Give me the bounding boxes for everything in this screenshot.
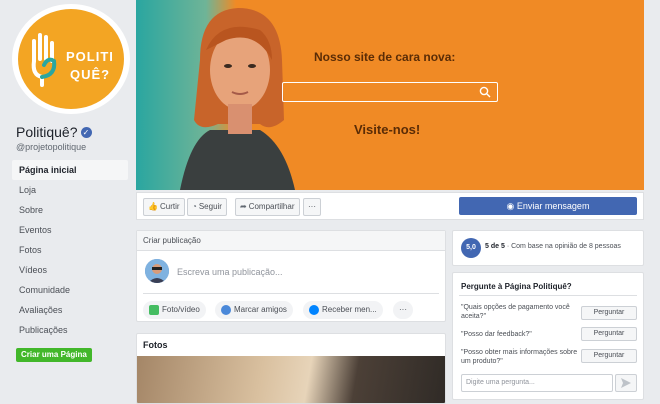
logo-text-line1: POLITI	[66, 49, 114, 64]
rating-basis: Com base na opinião de 8 pessoas	[511, 243, 621, 250]
cover-search-box	[282, 82, 498, 102]
suggested-question: "Posso obter mais informações sobre um p…	[461, 349, 578, 365]
photo-video-label: Foto/vídeo	[162, 305, 200, 314]
suggested-question: "Quais opções de pagamento você aceita?"	[461, 304, 570, 320]
photos-card: Fotos	[136, 333, 446, 404]
logo: POLITI QUÊ?	[18, 9, 124, 109]
page-title-text: Politiquê?	[16, 124, 78, 140]
rss-icon: ◔	[192, 202, 197, 211]
messenger-icon	[309, 305, 319, 315]
nav-item-home[interactable]: Página inicial	[12, 160, 128, 180]
get-messages-label: Receber men...	[322, 305, 377, 314]
share-label: Compartilhar	[248, 202, 295, 211]
ask-button[interactable]: Perguntar	[581, 349, 637, 363]
avatar-person-icon	[145, 259, 169, 283]
share-button[interactable]: ➦ Compartilhar	[235, 198, 300, 216]
nav-item-posts[interactable]: Publicações	[12, 320, 128, 340]
cover-cta: Visite-nos!	[354, 122, 421, 137]
like-label: Curtir	[159, 202, 180, 211]
photo-video-button[interactable]: Foto/vídeo	[143, 301, 206, 319]
search-icon	[479, 86, 491, 98]
nav-item-reviews[interactable]: Avaliações	[12, 300, 128, 320]
get-messages-button[interactable]: Receber men...	[303, 301, 383, 319]
logo-text-line2: QUÊ?	[70, 67, 111, 82]
ask-button[interactable]: Perguntar	[581, 327, 637, 341]
more-options-button[interactable]: ···	[393, 301, 413, 319]
nav-item-shop[interactable]: Loja	[12, 180, 128, 200]
nav-item-events[interactable]: Eventos	[12, 220, 128, 240]
question-input[interactable]: Digite uma pergunta...	[461, 374, 613, 392]
cover-photo[interactable]: Nosso site de cara nova: Visite-nos!	[136, 0, 644, 190]
messenger-icon: ◉	[506, 201, 515, 211]
thumbs-up-icon: 👍	[148, 202, 158, 211]
nav-item-community[interactable]: Comunidade	[12, 280, 128, 300]
page-action-bar: 👍 Curtir ◔ Seguir ➦ Compartilhar ··· ◉ E…	[136, 192, 644, 220]
tag-friends-button[interactable]: Marcar amigos	[215, 301, 293, 319]
verified-badge-icon: ✓	[80, 126, 92, 138]
nav-item-videos[interactable]: Vídeos	[12, 260, 128, 280]
post-composer-input[interactable]: Escreva uma publicação...	[177, 267, 283, 277]
nav-item-about[interactable]: Sobre	[12, 200, 128, 220]
ask-page-card: Pergunte à Página Politiquê? "Quais opçõ…	[452, 272, 644, 400]
avatar	[145, 259, 169, 283]
create-post-card: Criar publicação Escreva uma publicação.…	[136, 230, 446, 322]
hand-logo-icon	[31, 33, 57, 87]
nav-item-photos[interactable]: Fotos	[12, 240, 128, 260]
page-handle[interactable]: @projetopolitique	[16, 142, 86, 152]
tag-friends-icon	[221, 305, 231, 315]
follow-label: Seguir	[198, 202, 222, 211]
create-post-title: Criar publicação	[137, 231, 445, 251]
like-button[interactable]: 👍 Curtir	[143, 198, 185, 216]
page-title[interactable]: Politiquê? ✓	[16, 124, 92, 140]
send-question-button[interactable]	[615, 374, 637, 392]
profile-picture[interactable]: POLITI QUÊ?	[12, 4, 130, 114]
photo-icon	[149, 305, 159, 315]
follow-button[interactable]: ◔ Seguir	[187, 198, 227, 216]
photo-thumbnail[interactable]	[137, 356, 445, 403]
rating-separator: ·	[506, 243, 510, 250]
rating-summary[interactable]: 5 de 5 · Com base na opinião de 8 pessoa…	[485, 243, 621, 250]
ask-button[interactable]: Perguntar	[581, 306, 637, 320]
rating-of: 5 de 5	[485, 243, 505, 250]
cover-headline: Nosso site de cara nova:	[314, 50, 456, 64]
divider	[459, 295, 637, 296]
left-sidebar: POLITI QUÊ? Politiquê? ✓ @projetopolitiq…	[0, 0, 136, 404]
more-actions-button[interactable]: ···	[303, 198, 321, 216]
rating-score-badge: 5,0	[461, 238, 481, 258]
create-page-button[interactable]: Criar uma Página	[16, 348, 92, 362]
tag-friends-label: Marcar amigos	[234, 305, 287, 314]
send-message-button[interactable]: ◉ Enviar mensagem	[459, 197, 637, 215]
rating-card: 5,0 5 de 5 · Com base na opinião de 8 pe…	[452, 230, 644, 266]
photos-title[interactable]: Fotos	[137, 334, 445, 356]
divider	[143, 293, 439, 294]
suggested-question: "Posso dar feedback?"	[461, 331, 532, 338]
ask-title: Pergunte à Página Politiquê?	[461, 282, 572, 291]
share-arrow-icon: ➦	[240, 202, 247, 211]
send-arrow-icon	[621, 378, 631, 388]
send-message-label: Enviar mensagem	[516, 201, 590, 211]
page-nav: Página inicial Loja Sobre Eventos Fotos …	[12, 160, 128, 340]
